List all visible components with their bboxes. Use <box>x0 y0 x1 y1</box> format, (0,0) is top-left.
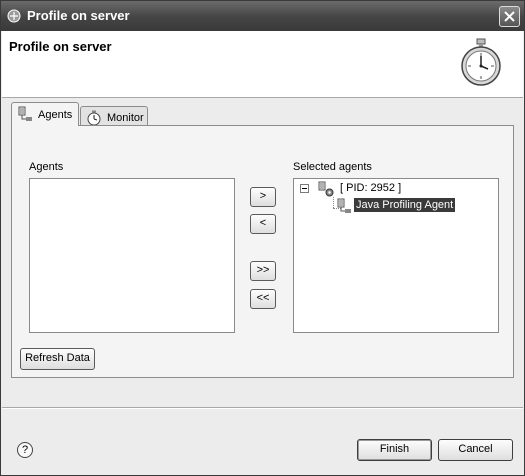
agent-label: Java Profiling Agent <box>354 198 456 212</box>
remove-agent-button[interactable]: < <box>250 214 276 234</box>
selected-agents-tree[interactable]: [ PID: 2952 ] Java Profiling Agent <box>293 178 499 333</box>
finish-button[interactable]: Finish <box>357 439 432 461</box>
stopwatch-icon <box>461 38 501 86</box>
footer-separator <box>2 407 523 409</box>
agent-icon <box>337 198 351 213</box>
agents-list[interactable] <box>29 178 235 333</box>
close-button[interactable] <box>499 6 520 27</box>
profile-dialog: Profile on server Profile on server Agen… <box>0 0 525 476</box>
remove-all-agents-button[interactable]: << <box>250 289 276 309</box>
agents-icon <box>18 106 32 121</box>
collapse-icon[interactable] <box>300 184 309 193</box>
monitor-icon <box>87 110 101 126</box>
process-icon <box>318 181 334 197</box>
title-bar[interactable]: Profile on server <box>1 1 524 31</box>
add-agent-button[interactable]: > <box>250 187 276 207</box>
agents-tab-panel: Agents Selected agents > < >> << [ PID: … <box>11 125 514 378</box>
tab-monitor-label: Monitor <box>107 112 144 124</box>
process-label: [ PID: 2952 ] <box>340 182 402 194</box>
cancel-button[interactable]: Cancel <box>438 439 513 461</box>
agents-list-label: Agents <box>29 161 64 173</box>
tab-agents-label: Agents <box>38 109 73 121</box>
close-icon <box>504 11 515 22</box>
dialog-header: Profile on server <box>2 31 523 98</box>
help-icon[interactable]: ? <box>17 442 33 458</box>
refresh-data-button[interactable]: Refresh Data <box>20 348 95 370</box>
page-title: Profile on server <box>9 39 112 54</box>
window-title: Profile on server <box>27 8 130 23</box>
app-icon <box>7 9 21 23</box>
tree-connector <box>333 197 334 208</box>
tab-agents[interactable]: Agents <box>11 102 79 126</box>
selected-agents-label: Selected agents <box>293 161 372 173</box>
add-all-agents-button[interactable]: >> <box>250 261 276 281</box>
